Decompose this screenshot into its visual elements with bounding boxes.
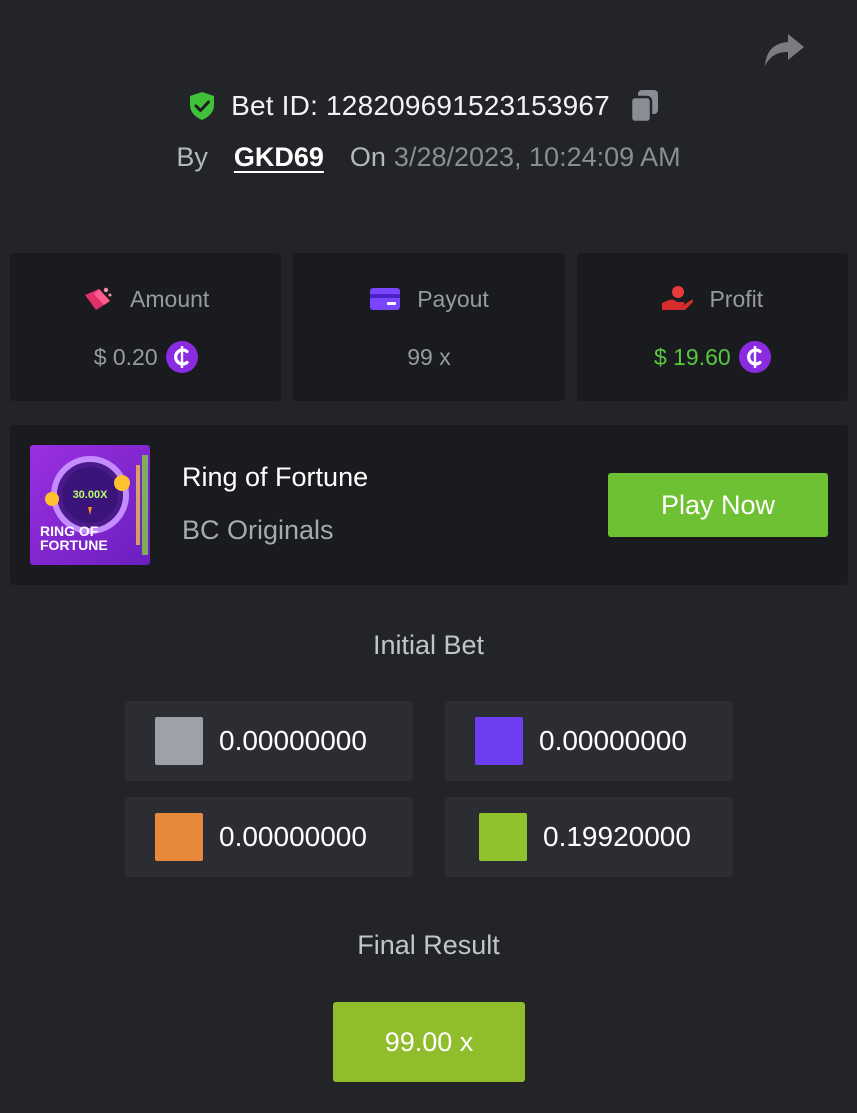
card-icon	[370, 288, 401, 310]
color-swatch	[479, 813, 527, 861]
initial-bet-title: Initial Bet	[372, 630, 485, 660]
currency-coin-icon	[738, 341, 771, 373]
profit-value: $ 19.60	[653, 343, 731, 370]
bet-id-row: Bet ID: 128209691523153967	[0, 88, 857, 124]
amount-label: Amount	[130, 285, 210, 312]
game-card: 30.00X RING OF FORTUNE Ring of Fortune B…	[10, 425, 848, 585]
final-result-title: Final Result	[357, 930, 500, 960]
bet-stats: Amount $ 0.20 Payout 99 x Profit $ 19.60	[10, 253, 848, 401]
bet-value: 0.00000000	[219, 821, 367, 852]
by-label: By	[176, 142, 208, 172]
hand-coin-icon	[662, 286, 694, 310]
bet-meta-row: By GKD69 On 3/28/2023, 10:24:09 AM	[0, 142, 857, 173]
profit-card: Profit $ 19.60	[576, 253, 848, 401]
bet-value: 0.00000000	[219, 725, 367, 756]
bet-id: Bet ID: 128209691523153967	[231, 90, 610, 121]
bet-cell-purple: 0.00000000	[445, 701, 733, 781]
currency-coin-icon	[165, 341, 198, 373]
bet-cell-orange: 0.00000000	[125, 797, 413, 877]
amount-value: $ 0.20	[93, 343, 158, 370]
bet-value: 0.19920000	[543, 821, 691, 852]
verified-shield-icon	[190, 92, 215, 120]
color-swatch	[155, 717, 203, 765]
amount-card: Amount $ 0.20	[10, 253, 282, 401]
payout-label: Payout	[417, 285, 489, 312]
payout-value: 99 x	[407, 343, 451, 370]
bet-cell-green: 0.19920000	[445, 797, 733, 877]
profit-label: Profit	[709, 285, 764, 312]
bet-cell-grey: 0.00000000	[125, 701, 413, 781]
color-swatch	[155, 813, 203, 861]
final-result-value: 99.00 x	[333, 1002, 525, 1082]
game-title: Ring of Fortune	[182, 462, 369, 492]
money-bag-icon	[85, 287, 112, 310]
copy-icon[interactable]	[628, 88, 662, 124]
bet-datetime: 3/28/2023, 10:24:09 AM	[393, 142, 681, 172]
username-link[interactable]: GKD69	[234, 142, 324, 173]
payout-card: Payout 99 x	[293, 253, 565, 401]
game-thumbnail[interactable]: 30.00X RING OF FORTUNE	[30, 445, 150, 565]
thumb-title-line2: FORTUNE	[40, 537, 108, 553]
bet-value: 0.00000000	[539, 725, 687, 756]
thumb-multiplier: 30.00X	[73, 489, 109, 501]
share-icon[interactable]	[762, 30, 806, 68]
color-swatch	[475, 717, 523, 765]
play-now-button[interactable]: Play Now	[608, 473, 828, 537]
game-provider: BC Originals	[182, 515, 334, 545]
on-label: On	[349, 142, 386, 172]
